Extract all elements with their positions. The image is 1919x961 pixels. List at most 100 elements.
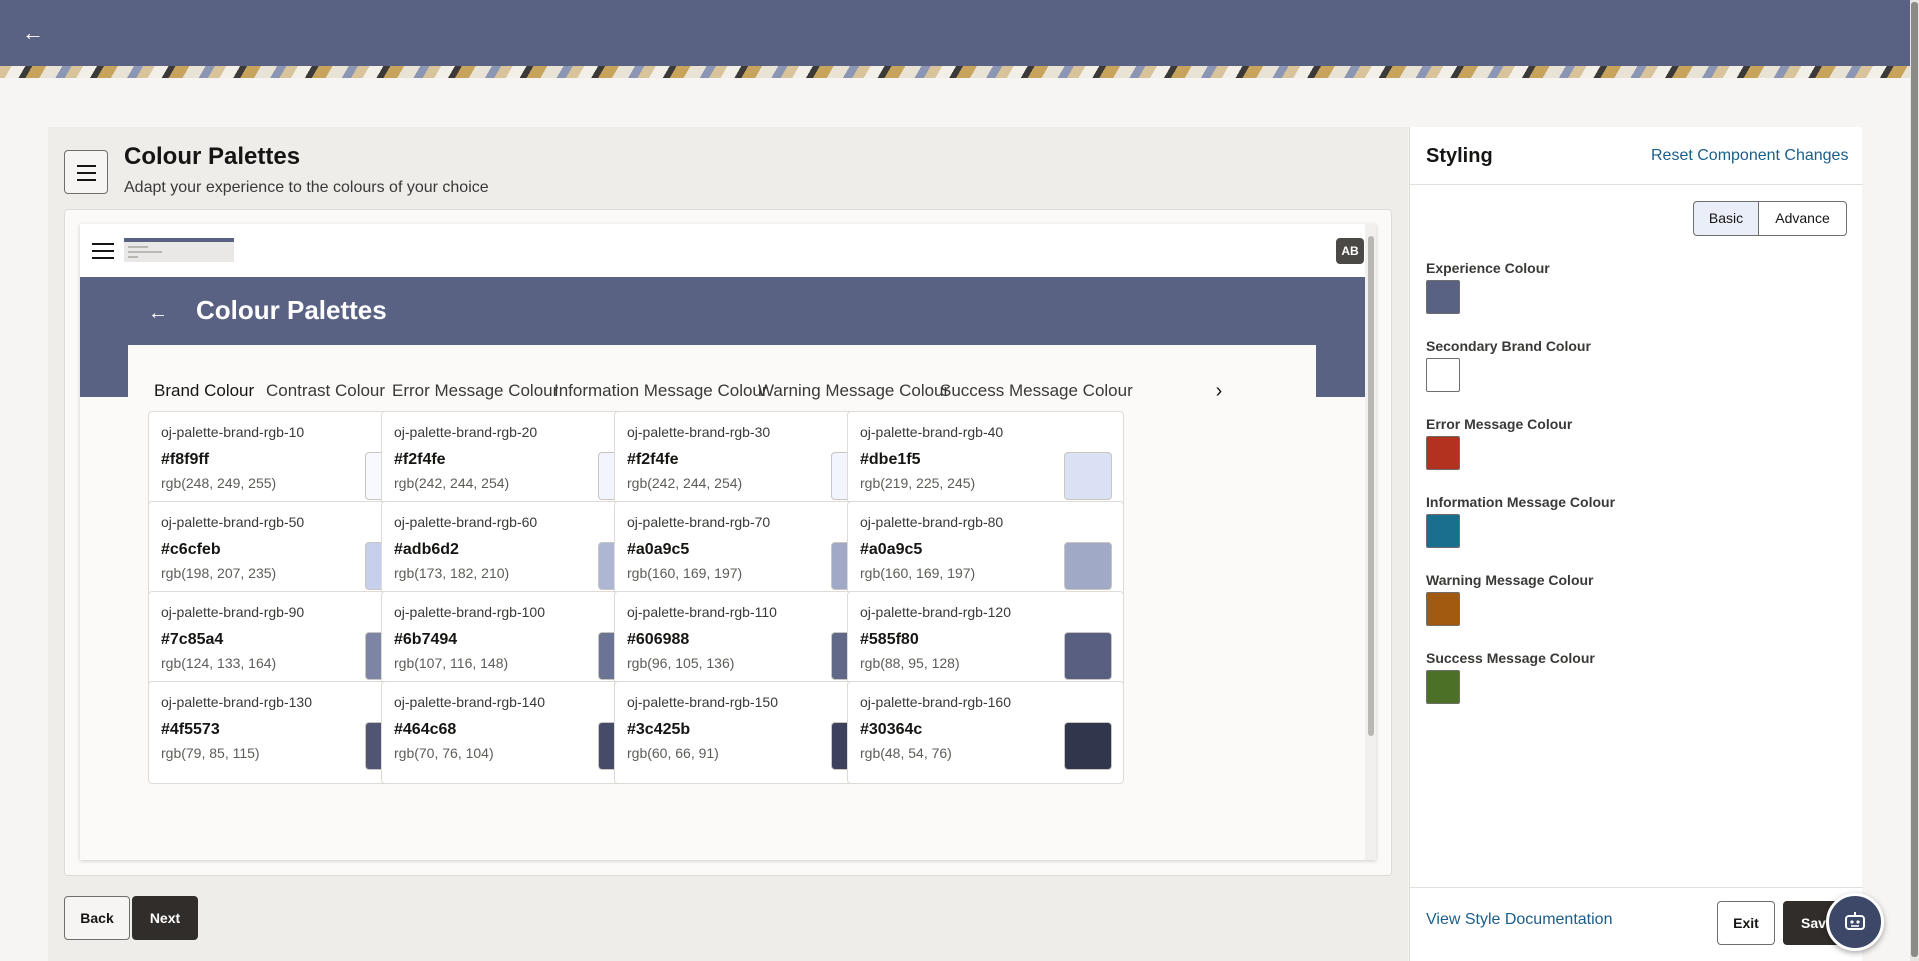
palette-token-name: oj-palette-brand-rgb-20 [394, 424, 538, 440]
palette-card[interactable]: oj-palette-brand-rgb-40 #dbe1f5 rgb(219, 2… [847, 411, 1124, 514]
preview-title: Colour Palettes [196, 295, 387, 325]
hamburger-line [77, 179, 96, 181]
palette-tabs: Brand Colour Contrast Colour Error Messa… [128, 365, 1316, 415]
colour-picker-swatch[interactable] [1426, 358, 1460, 392]
palette-token-name: oj-palette-brand-rgb-140 [394, 694, 545, 710]
divider [1410, 184, 1863, 185]
colour-picker-swatch[interactable] [1426, 436, 1460, 470]
back-arrow-icon[interactable]: ← [22, 20, 48, 46]
palette-token-name: oj-palette-brand-rgb-60 [394, 514, 538, 530]
preview-content: Brand Colour Contrast Colour Error Messa… [128, 345, 1316, 860]
next-button[interactable]: Next [132, 896, 198, 940]
back-button[interactable]: Back [64, 896, 130, 940]
preview-back-arrow-icon[interactable]: ← [148, 301, 168, 325]
palette-rgb-value: rgb(160, 169, 197) [860, 565, 976, 581]
colour-swatch [1064, 722, 1112, 770]
tab-warning-message-colour[interactable]: Warning Message Colour [758, 381, 949, 401]
preview-menu-icon[interactable] [92, 242, 114, 260]
preview-logo-thumbnail [124, 238, 234, 262]
palette-rgb-value: rgb(48, 54, 76) [860, 745, 952, 761]
palette-hex-value: #dbe1f5 [860, 451, 921, 468]
palette-rgb-value: rgb(60, 66, 91) [627, 745, 719, 761]
colour-picker-swatch[interactable] [1426, 670, 1460, 704]
palette-token-name: oj-palette-brand-rgb-30 [627, 424, 771, 440]
hamburger-line [77, 165, 96, 167]
colour-picker-swatch[interactable] [1426, 592, 1460, 626]
palette-rgb-value: rgb(248, 249, 255) [161, 475, 277, 491]
colour-picker-swatch[interactable] [1426, 514, 1460, 548]
menu-button[interactable] [64, 150, 108, 194]
preview-scrollbar-thumb[interactable] [1368, 236, 1374, 736]
hamburger-line [92, 243, 114, 245]
palette-hex-value: #606988 [627, 631, 690, 648]
palette-hex-value: #a0a9c5 [860, 541, 923, 558]
palette-rgb-value: rgb(242, 244, 254) [394, 475, 510, 491]
avatar[interactable]: AB [1336, 238, 1364, 264]
palette-rgb-value: rgb(160, 169, 197) [627, 565, 743, 581]
panel-title: Styling [1426, 145, 1493, 167]
preview-frame: AB ← Colour Palettes Brand Colour Contra… [80, 224, 1376, 860]
colour-swatch [1064, 632, 1112, 680]
palette-rgb-value: rgb(70, 76, 104) [394, 745, 494, 761]
mode-advance-toggle[interactable]: Advance [1758, 201, 1847, 236]
palette-hex-value: #3c425b [627, 721, 691, 738]
palette-hex-value: #f2f4fe [394, 451, 446, 468]
divider [1410, 887, 1863, 888]
tab-information-message-colour[interactable]: Information Message Colour [554, 381, 768, 401]
page-scrollbar-thumb[interactable] [1911, 2, 1918, 957]
palette-hex-value: #f8f9ff [161, 451, 210, 468]
palette-card[interactable]: oj-palette-brand-rgb-80 #a0a9c5 rgb(160, 1… [847, 501, 1124, 604]
preview-header: AB [80, 224, 1365, 277]
palette-hex-value: #30364c [860, 721, 923, 738]
palette-token-name: oj-palette-brand-rgb-70 [627, 514, 771, 530]
tab-overflow-fade [1168, 375, 1208, 411]
chevron-right-icon[interactable]: › [1208, 379, 1230, 403]
colour-setting-label: Warning Message Colour [1426, 572, 1594, 588]
palette-rgb-value: rgb(198, 207, 235) [161, 565, 277, 581]
tab-contrast-colour[interactable]: Contrast Colour [266, 381, 385, 401]
styling-panel: Styling Reset Component Changes Basic Ad… [1409, 127, 1863, 961]
palette-hex-value: #f2f4fe [627, 451, 679, 468]
colour-setting-label: Success Message Colour [1426, 650, 1595, 666]
palette-token-name: oj-palette-brand-rgb-160 [860, 694, 1011, 710]
palette-card[interactable]: oj-palette-brand-rgb-120 #585f80 rgb(88, 9… [847, 591, 1124, 694]
reset-component-changes-link[interactable]: Reset Component Changes [1651, 147, 1848, 165]
tab-brand-colour[interactable]: Brand Colour [154, 381, 254, 401]
colour-setting-label: Experience Colour [1426, 260, 1550, 276]
page-title: Colour Palettes [124, 143, 301, 170]
mode-basic-toggle[interactable]: Basic [1693, 201, 1759, 236]
palette-hex-value: #585f80 [860, 631, 919, 648]
palette-token-name: oj-palette-brand-rgb-90 [161, 604, 305, 620]
palette-token-name: oj-palette-brand-rgb-110 [627, 604, 777, 620]
assistant-chat-button[interactable] [1826, 893, 1884, 951]
hamburger-line [92, 250, 114, 252]
colour-swatch [1064, 542, 1112, 590]
tab-error-message-colour[interactable]: Error Message Colour [392, 381, 558, 401]
chatbot-icon [1845, 912, 1865, 930]
palette-rgb-value: rgb(79, 85, 115) [161, 745, 260, 761]
colour-setting-label: Error Message Colour [1426, 416, 1573, 432]
colour-swatch [1064, 452, 1112, 500]
top-banner: ← [0, 0, 1910, 78]
thumb-line [128, 246, 148, 248]
page-subtitle: Adapt your experience to the colours of … [124, 179, 489, 196]
palette-token-name: oj-palette-brand-rgb-120 [860, 604, 1011, 620]
hamburger-line [77, 172, 96, 174]
colour-picker-swatch[interactable] [1426, 280, 1460, 314]
palette-hex-value: #4f5573 [161, 721, 220, 738]
palette-rgb-value: rgb(173, 182, 210) [394, 565, 510, 581]
palette-token-name: oj-palette-brand-rgb-130 [161, 694, 312, 710]
palette-hex-value: #a0a9c5 [627, 541, 690, 558]
tab-success-message-colour[interactable]: Success Message Colour [940, 381, 1133, 401]
hamburger-line [92, 257, 114, 259]
palette-hex-value: #7c85a4 [161, 631, 224, 648]
palette-hex-value: #c6cfeb [161, 541, 221, 558]
banner-pattern [0, 66, 1910, 78]
palette-rgb-value: rgb(219, 225, 245) [860, 475, 976, 491]
palette-card[interactable]: oj-palette-brand-rgb-160 #30364c rgb(48, 5… [847, 681, 1124, 784]
view-style-documentation-link[interactable]: View Style Documentation [1426, 911, 1612, 929]
palette-hex-value: #464c68 [394, 721, 457, 738]
palette-hex-value: #6b7494 [394, 631, 458, 648]
palette-token-name: oj-palette-brand-rgb-50 [161, 514, 305, 530]
exit-button[interactable]: Exit [1717, 901, 1775, 945]
